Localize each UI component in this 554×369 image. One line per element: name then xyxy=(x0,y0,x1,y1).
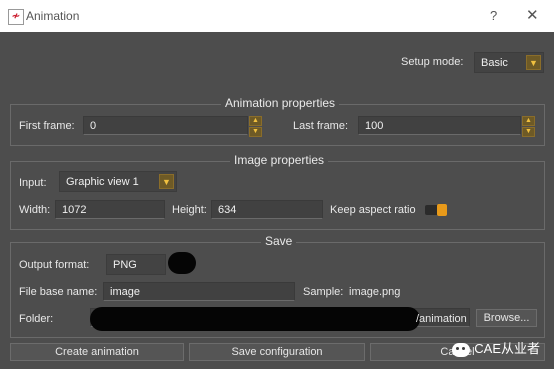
folder-label: Folder: xyxy=(19,313,54,325)
input-value: Graphic view 1 xyxy=(66,176,139,188)
file-base-name-label: File base name: xyxy=(19,286,98,298)
spin-up-icon[interactable]: ▲ xyxy=(522,116,535,126)
setup-mode-select[interactable]: Basic ▼ xyxy=(474,52,544,73)
height-input[interactable]: 634 xyxy=(211,200,323,219)
close-icon[interactable]: ✕ xyxy=(526,6,539,24)
width-input[interactable]: 1072 xyxy=(55,200,165,219)
watermark-text: CAE从业者 xyxy=(474,341,540,356)
redaction-mark xyxy=(90,307,420,331)
spin-up-icon[interactable]: ▲ xyxy=(249,116,262,126)
setup-mode-label: Setup mode: xyxy=(401,56,464,68)
spin-down-icon[interactable]: ▼ xyxy=(522,127,535,137)
toggle-knob xyxy=(437,204,447,216)
watermark: CAE从业者 xyxy=(452,338,540,357)
browse-button[interactable]: Browse... xyxy=(476,309,537,327)
sample-value: image.png xyxy=(349,286,401,298)
last-frame-input[interactable]: 100 xyxy=(358,116,521,135)
help-icon[interactable]: ? xyxy=(490,8,497,23)
output-format-label: Output format: xyxy=(19,259,90,271)
save-title: Save xyxy=(261,234,297,248)
save-configuration-button[interactable]: Save configuration xyxy=(189,343,365,361)
folder-path-suffix: /animation xyxy=(416,313,467,325)
height-label: Height: xyxy=(172,204,207,216)
chevron-down-icon[interactable]: ▼ xyxy=(526,55,541,70)
create-animation-button[interactable]: Create animation xyxy=(10,343,184,361)
animation-properties-title: Animation properties xyxy=(221,96,340,110)
keep-aspect-ratio-label: Keep aspect ratio xyxy=(330,204,416,216)
window-title: Animation xyxy=(26,9,80,23)
input-label: Input: xyxy=(19,177,47,189)
chevron-down-icon[interactable]: ▼ xyxy=(159,174,174,189)
file-base-name-input[interactable]: image xyxy=(103,282,295,301)
first-frame-label: First frame: xyxy=(19,120,75,132)
last-frame-spinner[interactable]: ▲ ▼ xyxy=(522,116,535,137)
first-frame-spinner[interactable]: ▲ ▼ xyxy=(249,116,262,137)
redaction-mark xyxy=(168,252,196,274)
spin-down-icon[interactable]: ▼ xyxy=(249,127,262,137)
image-properties-title: Image properties xyxy=(230,153,329,167)
chat-icon xyxy=(452,342,471,357)
input-select[interactable]: Graphic view 1 ▼ xyxy=(59,171,177,192)
keep-aspect-ratio-toggle[interactable] xyxy=(425,204,447,216)
sample-label: Sample: xyxy=(303,286,344,298)
output-format-value: PNG xyxy=(113,259,137,271)
last-frame-label: Last frame: xyxy=(293,120,349,132)
setup-mode-value: Basic xyxy=(481,57,508,69)
first-frame-input[interactable]: 0 xyxy=(83,116,248,135)
output-format-select[interactable]: PNG xyxy=(106,254,166,275)
app-icon: ≁ xyxy=(8,9,24,25)
width-label: Width: xyxy=(19,204,51,216)
title-bar: ≁ Animation ? ✕ xyxy=(0,0,554,33)
